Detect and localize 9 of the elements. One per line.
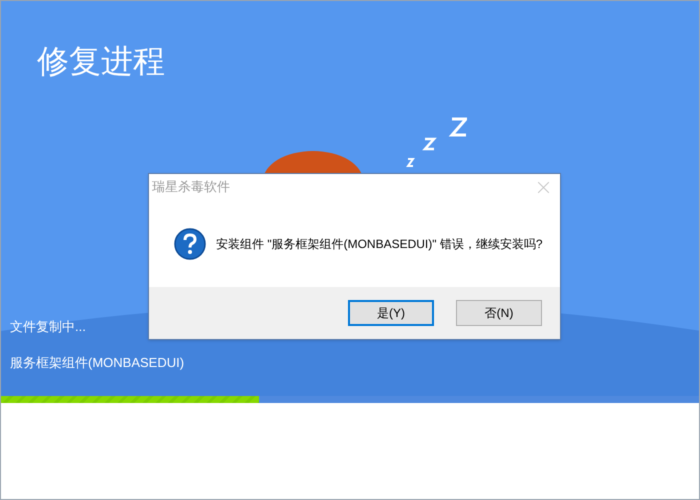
dialog-title: 瑞星杀毒软件: [152, 178, 230, 196]
component-name: 服务框架组件(MONBASEDUI): [10, 354, 184, 372]
status-text: 文件复制中...: [10, 318, 86, 336]
window-title: 修复进程: [37, 42, 165, 81]
question-icon: [174, 228, 206, 260]
dialog-button[interactable]: 否(N): [456, 300, 542, 326]
dialog-button[interactable]: 是(Y): [348, 300, 434, 326]
dialog-message: 安装组件 "服务框架组件(MONBASEDUI)" 错误，继续安装吗?: [216, 236, 543, 252]
close-icon[interactable]: [538, 182, 549, 192]
